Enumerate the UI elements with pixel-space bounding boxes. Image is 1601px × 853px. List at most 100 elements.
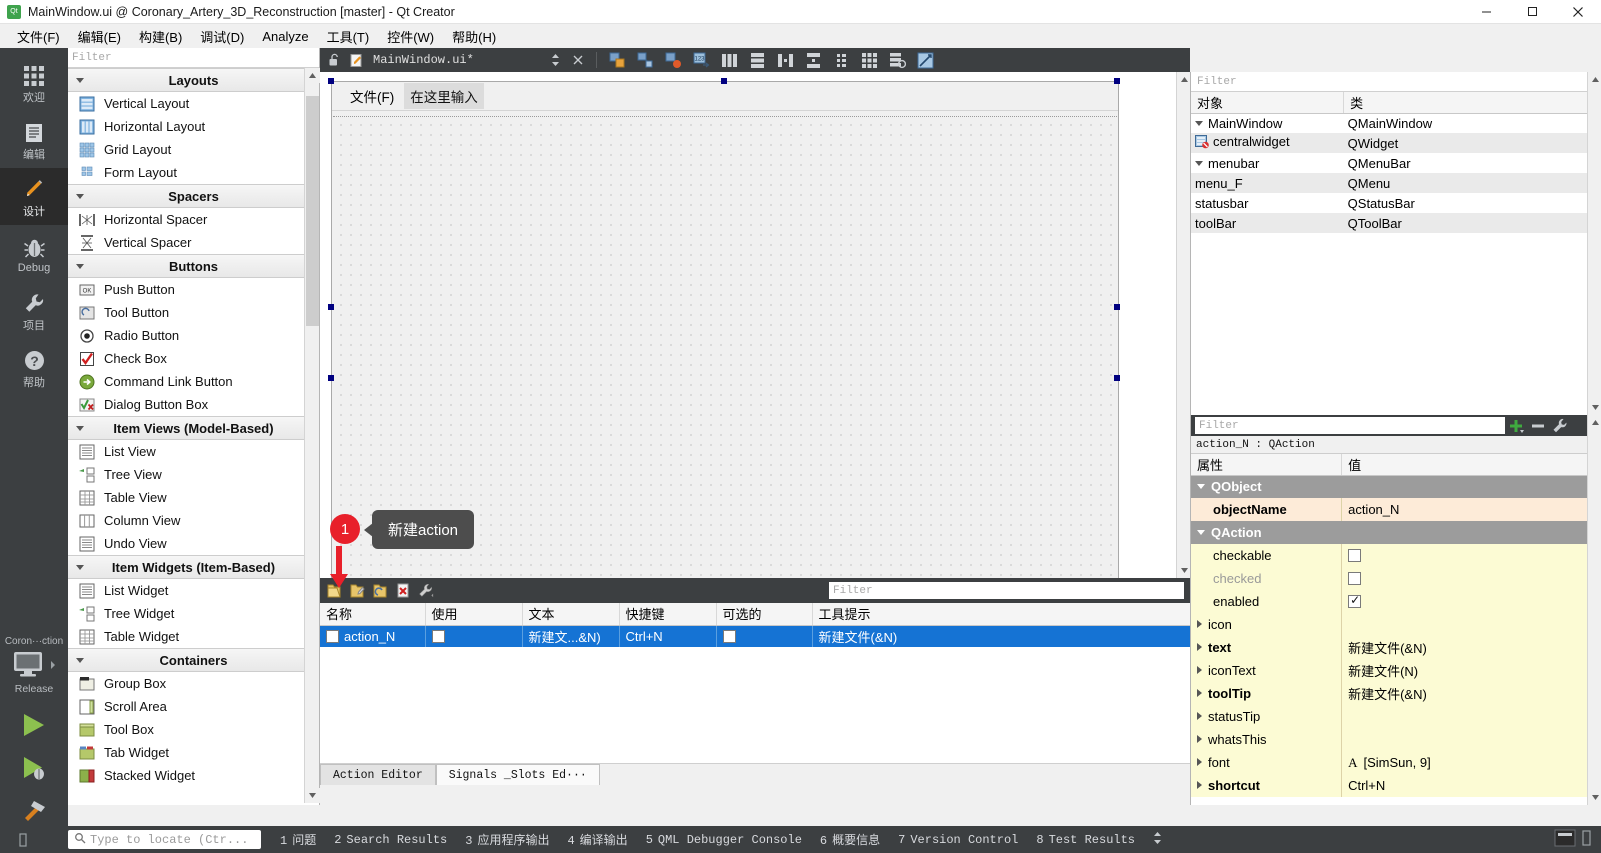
widget-item-command-link-button[interactable]: Command Link Button (68, 370, 319, 393)
chevron-right-icon[interactable] (1197, 758, 1202, 766)
scroll-up-arrow-icon[interactable] (305, 68, 320, 83)
scroll-down-arrow-icon[interactable] (1588, 790, 1601, 805)
output-pane-general-messages[interactable]: 6 概要信息 (811, 831, 889, 848)
form-menu-file[interactable]: 文件(F) (344, 83, 400, 109)
property-value[interactable] (1341, 590, 1601, 613)
menu-file[interactable]: 文件(F) (8, 24, 69, 49)
chevron-down-icon[interactable] (1195, 160, 1203, 166)
tab-action-editor[interactable]: Action Editor (320, 764, 436, 785)
property-value[interactable]: 新建文件(&N) (1341, 682, 1601, 705)
cell-used[interactable] (425, 625, 523, 647)
cell-checkable[interactable] (716, 625, 813, 647)
table-row[interactable]: action_N 新建文...&N) Ctrl+N 新建文件(&N) (320, 625, 1191, 647)
selection-handle-top-right[interactable] (1114, 78, 1120, 84)
property-editor-filter[interactable]: Filter (1195, 417, 1505, 434)
output-pane-test-results[interactable]: 8 Test Results (1027, 833, 1144, 847)
tab-signals-slots-editor[interactable]: Signals _Slots Ed··· (435, 764, 600, 785)
chevron-down-icon[interactable] (1195, 120, 1203, 126)
menu-analyze[interactable]: Analyze (253, 26, 317, 47)
output-pane-issues[interactable]: 1 问题 (271, 831, 325, 848)
property-row-icontext[interactable]: iconText 新建文件(N) (1191, 659, 1601, 682)
enabled-checkbox[interactable] (1348, 593, 1362, 608)
checked-checkbox[interactable] (1348, 572, 1362, 585)
action-editor-filter[interactable]: Filter (829, 582, 1184, 599)
mode-debug[interactable]: Debug (0, 225, 68, 282)
property-value[interactable] (1341, 728, 1601, 751)
cell-text[interactable]: 新建文...&N) (522, 625, 620, 647)
mode-edit[interactable]: 编辑 (0, 111, 68, 168)
selection-handle-mid-left[interactable] (328, 304, 334, 310)
form-menu-type-here[interactable]: 在这里输入 (404, 83, 484, 109)
chevron-down-icon[interactable] (1197, 530, 1205, 535)
property-row-text[interactable]: text 新建文件(&N) (1191, 636, 1601, 659)
widget-item-scroll-area[interactable]: Scroll Area (68, 695, 319, 718)
layout-horizontally-icon[interactable] (719, 50, 741, 70)
edit-buddies-icon[interactable] (663, 50, 685, 70)
column-header-shortcut[interactable]: 快捷键 (619, 603, 717, 626)
menu-build[interactable]: 构建(B) (130, 24, 191, 49)
output-pane-version-control[interactable]: 7 Version Control (889, 833, 1027, 847)
widget-group-spacers[interactable]: Spacers (68, 184, 319, 208)
cell-shortcut[interactable]: Ctrl+N (619, 625, 717, 647)
editor-filename[interactable]: MainWindow.ui* (373, 53, 474, 67)
copy-action-icon[interactable] (372, 583, 388, 599)
widget-group-item-widgets[interactable]: Item Widgets (Item-Based) (68, 555, 319, 579)
widget-item-list-widget[interactable]: List Widget (68, 579, 319, 602)
unlocked-icon[interactable] (326, 52, 342, 68)
chevron-right-icon[interactable] (1197, 689, 1202, 697)
widget-group-item-views[interactable]: Item Views (Model-Based) (68, 416, 319, 440)
column-header-class[interactable]: 类 (1343, 92, 1601, 114)
column-header-used[interactable]: 使用 (425, 603, 523, 626)
cell-object[interactable]: menubar (1191, 153, 1344, 173)
widget-item-tree-view[interactable]: Tree View (68, 463, 319, 486)
table-row[interactable]: statusbar QStatusBar (1191, 193, 1601, 213)
widget-group-containers[interactable]: Containers (68, 648, 319, 672)
configure-icon[interactable] (1549, 415, 1571, 436)
updown-icon[interactable] (548, 52, 564, 68)
remove-icon[interactable] (1527, 415, 1549, 436)
property-row-statustip[interactable]: statusTip (1191, 705, 1601, 728)
widget-group-buttons[interactable]: Buttons (68, 254, 319, 278)
widget-item-undo-view[interactable]: Undo View (68, 532, 319, 555)
property-row-tooltip[interactable]: toolTip 新建文件(&N) (1191, 682, 1601, 705)
output-pane-search-results[interactable]: 2 Search Results (325, 833, 456, 847)
menu-debug[interactable]: 调试(D) (191, 24, 253, 49)
close-editor-icon[interactable] (570, 52, 586, 68)
menu-tools[interactable]: 工具(T) (318, 24, 379, 49)
property-row-whatsthis[interactable]: whatsThis (1191, 728, 1601, 751)
checkable-checkbox[interactable] (1348, 549, 1362, 562)
output-pane-grip-icon[interactable] (1582, 829, 1591, 850)
adjust-size-icon[interactable] (915, 50, 937, 70)
widget-item-tool-box[interactable]: Tool Box (68, 718, 319, 741)
widget-item-check-box[interactable]: Check Box (68, 347, 319, 370)
property-row-checkable[interactable]: checkable (1191, 544, 1601, 567)
column-header-text[interactable]: 文本 (522, 603, 620, 626)
property-value[interactable]: action_N (1341, 498, 1601, 521)
property-group-qobject[interactable]: QObject (1191, 475, 1601, 498)
break-layout-icon[interactable] (887, 50, 909, 70)
property-value[interactable]: A [SimSun, 9] (1341, 751, 1601, 774)
table-row[interactable]: menu_F QMenu (1191, 173, 1601, 193)
column-header-tooltip[interactable]: 工具提示 (812, 603, 1191, 626)
widget-item-dialog-button-box[interactable]: Dialog Button Box (68, 393, 319, 416)
widget-item-horizontal-layout[interactable]: Horizontal Layout (68, 115, 319, 138)
locator-input[interactable]: Type to locate (Ctr... (68, 830, 261, 849)
property-row-enabled[interactable]: enabled (1191, 590, 1601, 613)
cell-object[interactable]: MainWindow (1191, 113, 1344, 133)
scrollbar-thumb[interactable] (306, 96, 319, 326)
scroll-down-arrow-icon[interactable] (305, 788, 320, 803)
object-inspector-filter[interactable]: Filter (1191, 72, 1601, 92)
widget-item-form-layout[interactable]: Form Layout (68, 161, 319, 184)
close-button[interactable] (1555, 0, 1601, 24)
cell-object[interactable]: menu_F (1191, 173, 1344, 193)
kit-expand-arrow-icon[interactable] (49, 659, 57, 673)
property-group-qaction[interactable]: QAction (1191, 521, 1601, 544)
designer-canvas[interactable]: 文件(F) 在这里输入 (320, 72, 1190, 578)
build-button[interactable] (19, 797, 49, 828)
table-row[interactable]: MainWindow QMainWindow (1191, 113, 1601, 133)
property-row-icon[interactable]: icon (1191, 613, 1601, 636)
scroll-up-arrow-icon[interactable] (1177, 72, 1190, 87)
chevron-right-icon[interactable] (1197, 781, 1202, 789)
chevron-right-icon[interactable] (1197, 666, 1202, 674)
widget-group-layouts[interactable]: Layouts (68, 68, 319, 92)
